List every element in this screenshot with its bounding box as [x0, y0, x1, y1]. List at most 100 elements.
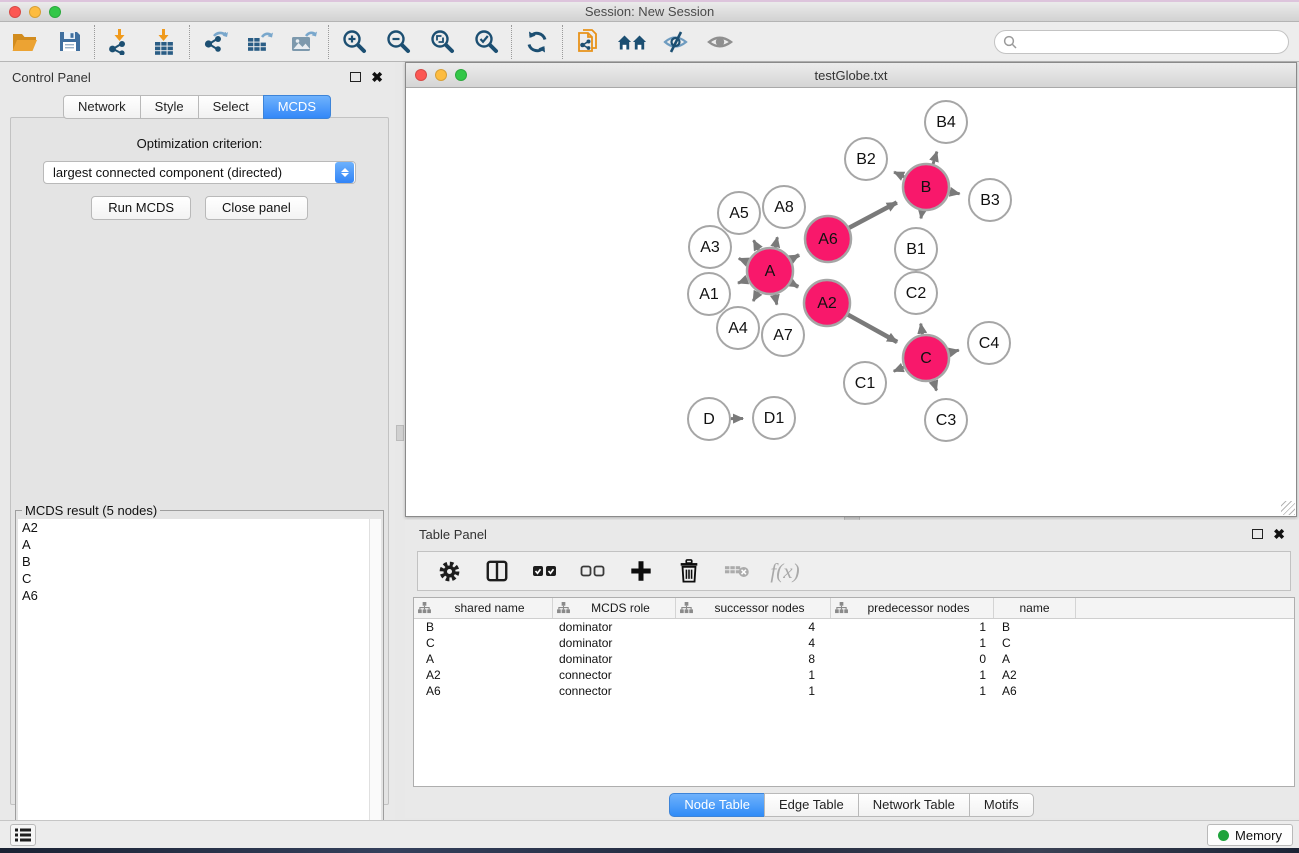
- table-float-panel-icon[interactable]: [1252, 529, 1263, 539]
- deselect-all-rows-button[interactable]: [580, 558, 606, 584]
- graph-edge-C-C3[interactable]: [933, 381, 936, 391]
- column-header-name[interactable]: name: [994, 598, 1076, 618]
- graph-node-A7[interactable]: A7: [762, 314, 804, 356]
- graph-node-A1[interactable]: A1: [688, 273, 730, 315]
- toolbar-search[interactable]: [994, 30, 1289, 54]
- graph-edge-C-C4[interactable]: [949, 350, 958, 352]
- mcds-result-list[interactable]: A2ABCA6: [18, 519, 369, 849]
- new-network-from-selection-button[interactable]: [573, 27, 603, 57]
- graph-edge-C-C1[interactable]: [894, 367, 904, 371]
- graph-edge-B-B2[interactable]: [894, 172, 904, 177]
- graph-node-A4[interactable]: A4: [717, 307, 759, 349]
- graph-edge-A-A2[interactable]: [791, 283, 798, 287]
- zoom-out-button[interactable]: [383, 27, 413, 57]
- tab-node-table[interactable]: Node Table: [669, 793, 765, 817]
- close-panel-button[interactable]: Close panel: [205, 196, 308, 220]
- show-all-button[interactable]: [705, 27, 735, 57]
- mcds-result-item[interactable]: A6: [18, 587, 369, 604]
- mcds-result-scrollbar[interactable]: [369, 519, 381, 849]
- graph-node-C[interactable]: C: [903, 335, 949, 381]
- graph-edge-A6-B[interactable]: [849, 202, 897, 227]
- export-network-button[interactable]: [200, 27, 230, 57]
- mcds-result-item[interactable]: A2: [18, 519, 369, 536]
- zoom-fit-button[interactable]: [427, 27, 457, 57]
- export-table-button[interactable]: [244, 27, 274, 57]
- table-close-panel-icon[interactable]: ✖: [1273, 529, 1285, 539]
- graph-edge-C-C2[interactable]: [921, 324, 923, 335]
- memory-button[interactable]: Memory: [1207, 824, 1293, 846]
- table-row[interactable]: Cdominator41C: [414, 635, 1294, 651]
- export-image-button[interactable]: [288, 27, 318, 57]
- zoom-selected-button[interactable]: [471, 27, 501, 57]
- table-row[interactable]: A2connector11A2: [414, 667, 1294, 683]
- column-header-successor-nodes[interactable]: successor nodes: [676, 598, 831, 618]
- graph-edge-A-A4[interactable]: [753, 292, 758, 301]
- graph-edge-B-B4[interactable]: [933, 152, 937, 164]
- hide-selected-button[interactable]: [661, 27, 691, 57]
- graph-node-A8[interactable]: A8: [763, 186, 805, 228]
- graph-edge-A-A5[interactable]: [754, 240, 759, 249]
- select-all-rows-button[interactable]: [532, 558, 558, 584]
- graph-node-B4[interactable]: B4: [925, 101, 967, 143]
- graph-edge-A-A7[interactable]: [775, 295, 777, 305]
- create-column-button[interactable]: [628, 558, 654, 584]
- graph-node-B2[interactable]: B2: [845, 138, 887, 180]
- mcds-result-item[interactable]: C: [18, 570, 369, 587]
- mcds-result-item[interactable]: A: [18, 536, 369, 553]
- tab-mcds[interactable]: MCDS: [263, 95, 331, 119]
- table-row[interactable]: Bdominator41B: [414, 619, 1294, 635]
- graph-node-A3[interactable]: A3: [689, 226, 731, 268]
- graph-edge-B-B3[interactable]: [950, 192, 960, 194]
- graph-node-C1[interactable]: C1: [844, 362, 886, 404]
- tab-edge-table[interactable]: Edge Table: [764, 793, 859, 817]
- first-neighbors-button[interactable]: [617, 27, 647, 57]
- search-input[interactable]: [1023, 34, 1280, 49]
- float-panel-icon[interactable]: [350, 72, 361, 82]
- node-table[interactable]: shared nameMCDS rolesuccessor nodesprede…: [413, 597, 1295, 787]
- graph-node-A[interactable]: A: [747, 248, 793, 294]
- graph-node-B[interactable]: B: [903, 164, 949, 210]
- column-header-mcds-role[interactable]: MCDS role: [553, 598, 676, 618]
- delete-column-button[interactable]: [676, 558, 702, 584]
- criterion-dropdown[interactable]: largest connected component (directed): [43, 161, 356, 184]
- tab-motifs[interactable]: Motifs: [969, 793, 1034, 817]
- mcds-result-item[interactable]: B: [18, 553, 369, 570]
- network-canvas[interactable]: B4 B2 B B3 A5A8A6 A3 B1 A C2 A1 A2 A4A7 C4 C C1 C3 D D1: [406, 88, 1296, 516]
- graph-node-B1[interactable]: B1: [895, 228, 937, 270]
- vertical-splitter-grip[interactable]: [396, 425, 404, 441]
- graph-edge-A2-C[interactable]: [848, 315, 897, 342]
- graph-node-C2[interactable]: C2: [895, 272, 937, 314]
- graph-node-B3[interactable]: B3: [969, 179, 1011, 221]
- graph-edge-A-A8[interactable]: [775, 237, 777, 247]
- window-resize-grip[interactable]: [1281, 501, 1295, 515]
- run-mcds-button[interactable]: Run MCDS: [91, 196, 191, 220]
- tab-network-table[interactable]: Network Table: [858, 793, 970, 817]
- tab-style[interactable]: Style: [140, 95, 199, 119]
- import-network-button[interactable]: [105, 27, 135, 57]
- tab-network[interactable]: Network: [63, 95, 141, 119]
- graph-edge-A-A6[interactable]: [791, 255, 799, 259]
- network-window-titlebar[interactable]: testGlobe.txt: [406, 63, 1296, 88]
- graph-node-C3[interactable]: C3: [925, 399, 967, 441]
- column-header-shared-name[interactable]: shared name: [414, 598, 553, 618]
- tab-select[interactable]: Select: [198, 95, 264, 119]
- graph-node-A6[interactable]: A6: [805, 216, 851, 262]
- import-table-button[interactable]: [149, 27, 179, 57]
- zoom-in-button[interactable]: [339, 27, 369, 57]
- save-session-button[interactable]: [54, 27, 84, 57]
- table-row[interactable]: Adominator80A: [414, 651, 1294, 667]
- task-history-button[interactable]: [10, 824, 36, 846]
- graph-edge-B-B1[interactable]: [921, 211, 922, 219]
- close-panel-icon[interactable]: ✖: [371, 72, 383, 82]
- graph-node-D[interactable]: D: [688, 398, 730, 440]
- refresh-view-button[interactable]: [522, 27, 552, 57]
- graph-node-D1[interactable]: D1: [753, 397, 795, 439]
- graph-node-A5[interactable]: A5: [718, 192, 760, 234]
- graph-edge-A-A1[interactable]: [738, 279, 748, 283]
- column-header-predecessor-nodes[interactable]: predecessor nodes: [831, 598, 994, 618]
- table-row[interactable]: A6connector11A6: [414, 683, 1294, 699]
- open-session-button[interactable]: [10, 27, 40, 57]
- graph-node-C4[interactable]: C4: [968, 322, 1010, 364]
- graph-node-A2[interactable]: A2: [804, 280, 850, 326]
- graph-edge-A-A3[interactable]: [739, 259, 748, 263]
